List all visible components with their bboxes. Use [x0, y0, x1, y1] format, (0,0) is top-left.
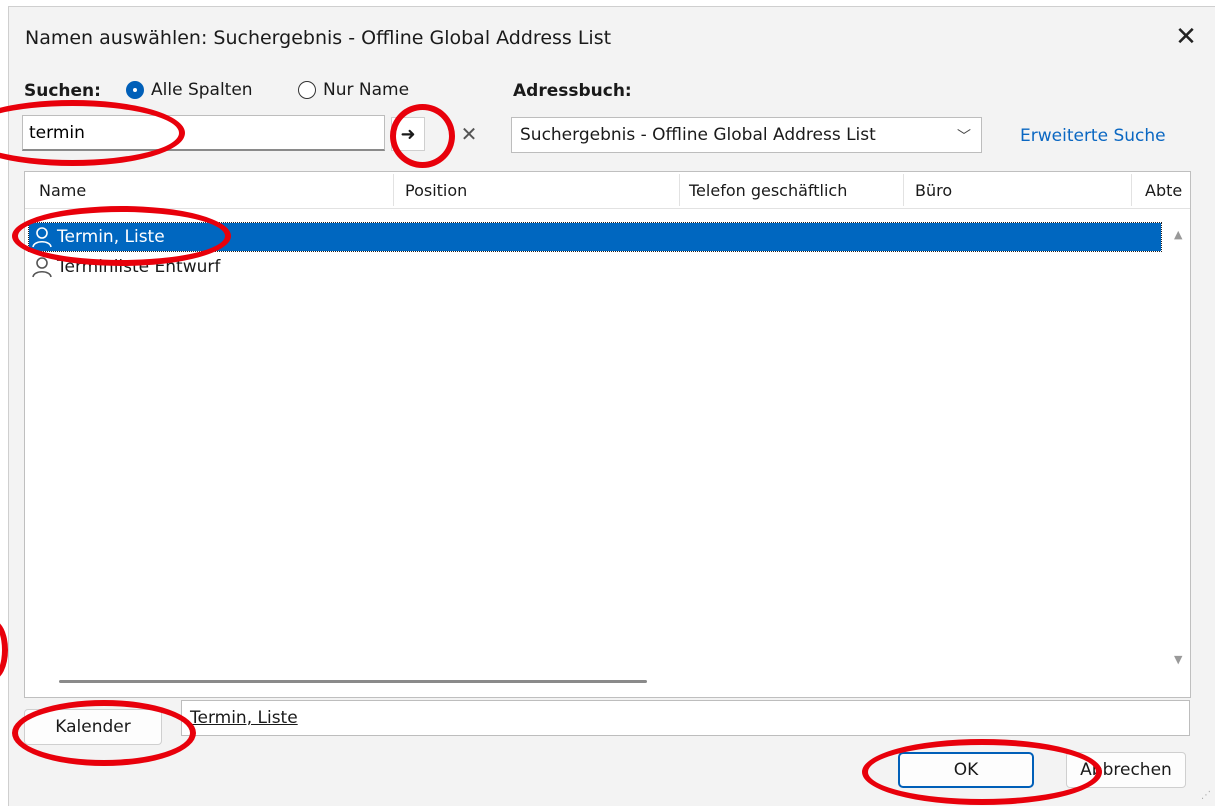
- list-item[interactable]: Terminliste Entwurf: [29, 253, 1161, 281]
- close-button[interactable]: ✕: [1166, 19, 1206, 55]
- advanced-search-link[interactable]: Erweiterte Suche: [1020, 126, 1166, 146]
- column-header-department[interactable]: Abte: [1145, 181, 1182, 200]
- column-header-office[interactable]: Büro: [915, 181, 952, 200]
- addressbook-selected-value: Suchergebnis - Offline Global Address Li…: [520, 125, 876, 145]
- list-item-name: Termin, Liste: [57, 227, 165, 247]
- search-clear-button[interactable]: ✕: [452, 117, 486, 151]
- search-go-button[interactable]: ➜: [391, 117, 425, 151]
- list-item-name: Terminliste Entwurf: [57, 257, 221, 277]
- clear-icon: ✕: [460, 122, 478, 146]
- addressbook-select[interactable]: Suchergebnis - Offline Global Address Li…: [511, 117, 982, 153]
- column-divider[interactable]: [1131, 174, 1132, 206]
- results-list[interactable]: Name Position Telefon geschäftlich Büro …: [24, 171, 1191, 698]
- dialog-title: Namen auswählen: Suchergebnis - Offline …: [25, 27, 612, 49]
- calendar-button[interactable]: Kalender: [24, 709, 162, 745]
- vertical-scrollbar[interactable]: ▲ ▼: [1170, 226, 1190, 666]
- list-header: Name Position Telefon geschäftlich Büro …: [25, 172, 1190, 209]
- calendar-recipient-field[interactable]: Termin, Liste: [181, 700, 1190, 736]
- list-item[interactable]: Termin, Liste: [28, 222, 1162, 252]
- scroll-down-icon[interactable]: ▼: [1174, 653, 1182, 666]
- radio-all-columns[interactable]: Alle Spalten: [126, 80, 253, 100]
- title-bar: Namen auswählen: Suchergebnis - Offline …: [9, 7, 1215, 67]
- resize-grip-icon[interactable]: ⋰: [1201, 790, 1211, 801]
- search-label: Suchen:: [24, 81, 101, 101]
- radio-name-only-label: Nur Name: [323, 80, 410, 100]
- radio-checked-icon: [126, 81, 144, 99]
- addressbook-label: Adressbuch:: [513, 81, 632, 101]
- annotation-ellipse: [0, 620, 8, 680]
- search-input[interactable]: [22, 115, 385, 151]
- column-divider[interactable]: [903, 174, 904, 206]
- column-divider[interactable]: [393, 174, 394, 206]
- person-icon: [32, 257, 52, 278]
- scroll-up-icon[interactable]: ▲: [1174, 228, 1182, 241]
- radio-all-columns-label: Alle Spalten: [151, 80, 253, 100]
- calendar-recipient-value: Termin, Liste: [190, 708, 298, 728]
- radio-name-only[interactable]: Nur Name: [298, 80, 409, 100]
- column-header-name[interactable]: Name: [39, 181, 86, 200]
- arrow-right-icon: ➜: [400, 123, 416, 145]
- close-icon: ✕: [1175, 22, 1197, 52]
- ok-button[interactable]: OK: [898, 752, 1034, 788]
- radio-unchecked-icon: [298, 81, 316, 99]
- chevron-down-icon: ﹀: [957, 129, 971, 145]
- cancel-button[interactable]: Abbrechen: [1066, 752, 1186, 788]
- person-icon: [32, 227, 52, 248]
- column-header-position[interactable]: Position: [405, 181, 467, 200]
- column-divider[interactable]: [679, 174, 680, 206]
- column-header-phone[interactable]: Telefon geschäftlich: [689, 181, 847, 200]
- horizontal-scrollbar-thumb[interactable]: [59, 680, 647, 683]
